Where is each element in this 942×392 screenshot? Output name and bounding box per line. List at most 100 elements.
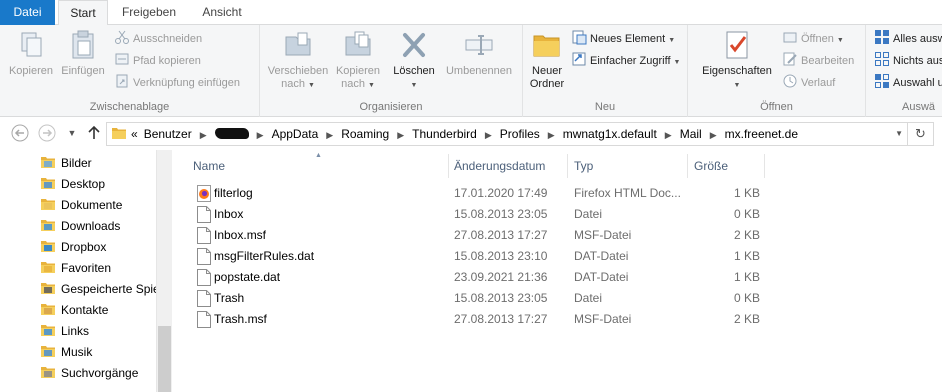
address-dropdown-icon[interactable]: ▼ bbox=[895, 123, 903, 145]
new-item-button[interactable]: Neues Element ▼ bbox=[571, 29, 675, 49]
nav-item-label: Dokumente bbox=[61, 198, 123, 212]
breadcrumb-appdata[interactable]: AppData bbox=[272, 127, 319, 141]
delete-button[interactable]: Löschen ▼ bbox=[388, 29, 440, 92]
file-date: 27.08.2013 17:27 bbox=[454, 312, 548, 326]
file-row[interactable]: Trash.msf 27.08.2013 17:27 MSF-Datei 2 KB bbox=[172, 309, 942, 330]
nav-item[interactable]: Bilder bbox=[40, 153, 92, 174]
file-icon bbox=[197, 269, 211, 286]
nav-item[interactable]: Musik bbox=[40, 342, 92, 363]
nav-scrollbar-thumb[interactable] bbox=[158, 326, 171, 392]
chevron-right-icon[interactable]: ▶ bbox=[710, 130, 717, 140]
breadcrumb-overflow[interactable]: « bbox=[131, 127, 138, 141]
easy-access-button[interactable]: Einfacher Zugriff ▼ bbox=[571, 51, 680, 71]
file-size: 1 KB bbox=[733, 186, 760, 200]
chevron-right-icon[interactable]: ▶ bbox=[200, 130, 207, 140]
column-divider[interactable] bbox=[687, 154, 688, 178]
column-divider[interactable] bbox=[448, 154, 449, 178]
file-date: 17.01.2020 17:49 bbox=[454, 186, 548, 200]
breadcrumb-thunderbird[interactable]: Thunderbird bbox=[412, 127, 477, 141]
ribbon-tab-bar: Datei Start Freigeben Ansicht bbox=[0, 0, 942, 26]
back-button[interactable] bbox=[10, 123, 30, 143]
nav-item[interactable]: Links bbox=[40, 321, 89, 342]
file-row[interactable]: filterlog 17.01.2020 17:49 Firefox HTML Do… bbox=[172, 183, 942, 204]
tab-start[interactable]: Start bbox=[58, 0, 108, 26]
breadcrumb-profile[interactable]: mwnatg1x.default bbox=[563, 127, 657, 141]
file-date: 27.08.2013 17:27 bbox=[454, 228, 548, 242]
select-none-button[interactable]: Nichts aus bbox=[874, 51, 942, 71]
group-oeffnen: Eigenschaften ▼ Öffnen ▼ Bearbeiten Verla… bbox=[688, 25, 866, 117]
properties-button[interactable]: Eigenschaften ▼ bbox=[698, 29, 776, 92]
column-header-type[interactable]: Typ bbox=[574, 150, 686, 180]
file-row[interactable]: Trash 15.08.2013 23:05 Datei 0 KB bbox=[172, 288, 942, 309]
paste-icon bbox=[72, 30, 94, 59]
copy-to-label-2: nach bbox=[341, 78, 365, 90]
file-size: 0 KB bbox=[733, 207, 760, 221]
group-zwischenablage: Kopieren Einfügen Ausschneiden Pfad kopi… bbox=[0, 25, 260, 117]
nav-item[interactable]: Gespeicherte Spiel bbox=[40, 279, 162, 300]
navigation-pane: Bilder Desktop Dokumente Downloads Dropbox Fa… bbox=[0, 150, 172, 392]
file-icon bbox=[197, 227, 211, 244]
copy-to-button[interactable]: Kopieren nach ▼ bbox=[332, 29, 384, 92]
chevron-right-icon[interactable]: ▶ bbox=[485, 130, 492, 140]
open-button[interactable]: Öffnen ▼ bbox=[782, 29, 844, 49]
tab-freigeben[interactable]: Freigeben bbox=[112, 0, 186, 25]
column-divider[interactable] bbox=[567, 154, 568, 178]
forward-button[interactable] bbox=[37, 123, 57, 143]
breadcrumb-benutzer[interactable]: Benutzer bbox=[144, 127, 192, 141]
breadcrumb-roaming[interactable]: Roaming bbox=[341, 127, 389, 141]
copy-button[interactable]: Kopieren bbox=[6, 29, 56, 78]
file-row[interactable]: popstate.dat 23.09.2021 21:36 DAT-Datei 1 K… bbox=[172, 267, 942, 288]
invert-selection-button[interactable]: Auswahl u bbox=[874, 73, 942, 93]
file-row[interactable]: msgFilterRules.dat 15.08.2013 23:10 DAT-Da… bbox=[172, 246, 942, 267]
group-auswaehlen: Alles ausw Nichts aus Auswahl u Auswä bbox=[866, 25, 942, 117]
move-to-icon bbox=[285, 32, 311, 56]
file-size: 1 KB bbox=[733, 249, 760, 263]
chevron-right-icon[interactable]: ▶ bbox=[257, 130, 264, 140]
back-arrow-icon bbox=[11, 124, 29, 142]
move-to-button[interactable]: Verschieben nach ▼ bbox=[264, 29, 332, 92]
paste-button[interactable]: Einfügen bbox=[58, 29, 108, 78]
rename-button[interactable]: Umbenennen bbox=[440, 29, 518, 78]
nav-item[interactable]: Kontakte bbox=[40, 300, 108, 321]
edit-button[interactable]: Bearbeiten bbox=[782, 51, 854, 71]
refresh-button[interactable]: ↻ bbox=[908, 122, 934, 146]
nav-item[interactable]: Favoriten bbox=[40, 258, 111, 279]
chevron-right-icon[interactable]: ▶ bbox=[548, 130, 555, 140]
recent-locations-button[interactable]: ▼ bbox=[62, 123, 82, 143]
file-type: MSF-Datei bbox=[574, 228, 632, 242]
file-type: Firefox HTML Doc... bbox=[574, 186, 681, 200]
searches-folder-icon bbox=[41, 367, 55, 378]
breadcrumb-current[interactable]: mx.freenet.de bbox=[725, 127, 798, 141]
tab-datei[interactable]: Datei bbox=[0, 0, 55, 25]
breadcrumb-mail[interactable]: Mail bbox=[680, 127, 702, 141]
column-divider[interactable] bbox=[764, 154, 765, 178]
chevron-right-icon[interactable]: ▶ bbox=[326, 130, 333, 140]
delete-label: Löschen bbox=[393, 65, 435, 77]
file-row[interactable]: Inbox.msf 27.08.2013 17:27 MSF-Datei 2 KB bbox=[172, 225, 942, 246]
new-folder-button[interactable]: Neuer Ordner bbox=[525, 29, 569, 91]
cut-button[interactable]: Ausschneiden bbox=[114, 29, 202, 49]
copy-path-button[interactable]: Pfad kopieren bbox=[114, 51, 201, 71]
column-header-name[interactable]: Name bbox=[193, 150, 448, 180]
nav-item[interactable]: Dokumente bbox=[40, 195, 122, 216]
history-button[interactable]: Verlauf bbox=[782, 73, 835, 93]
chevron-right-icon[interactable]: ▶ bbox=[397, 130, 404, 140]
history-label: Verlauf bbox=[801, 77, 836, 89]
file-row[interactable]: Inbox 15.08.2013 23:05 Datei 0 KB bbox=[172, 204, 942, 225]
breadcrumb-profiles[interactable]: Profiles bbox=[500, 127, 540, 141]
paste-shortcut-button[interactable]: Verknüpfung einfügen bbox=[114, 73, 240, 93]
chevron-right-icon[interactable]: ▶ bbox=[665, 130, 672, 140]
up-button[interactable] bbox=[84, 123, 104, 143]
select-all-button[interactable]: Alles ausw bbox=[874, 29, 942, 49]
column-header-date[interactable]: Änderungsdatum bbox=[454, 150, 566, 180]
address-bar[interactable]: « Benutzer ▶ ▶ AppData ▶ Roaming ▶ Thunderbird ▶ P… bbox=[106, 122, 908, 146]
nav-item[interactable]: Suchvorgänge bbox=[40, 363, 138, 384]
nav-item[interactable]: Dropbox bbox=[40, 237, 106, 258]
copy-path-icon bbox=[115, 53, 129, 65]
nav-item[interactable]: Desktop bbox=[40, 174, 105, 195]
nav-item[interactable]: Downloads bbox=[40, 216, 120, 237]
paste-label: Einfügen bbox=[61, 65, 105, 77]
file-icon bbox=[197, 311, 211, 328]
tab-ansicht[interactable]: Ansicht bbox=[192, 0, 252, 25]
column-header-size[interactable]: Größe bbox=[694, 150, 764, 180]
